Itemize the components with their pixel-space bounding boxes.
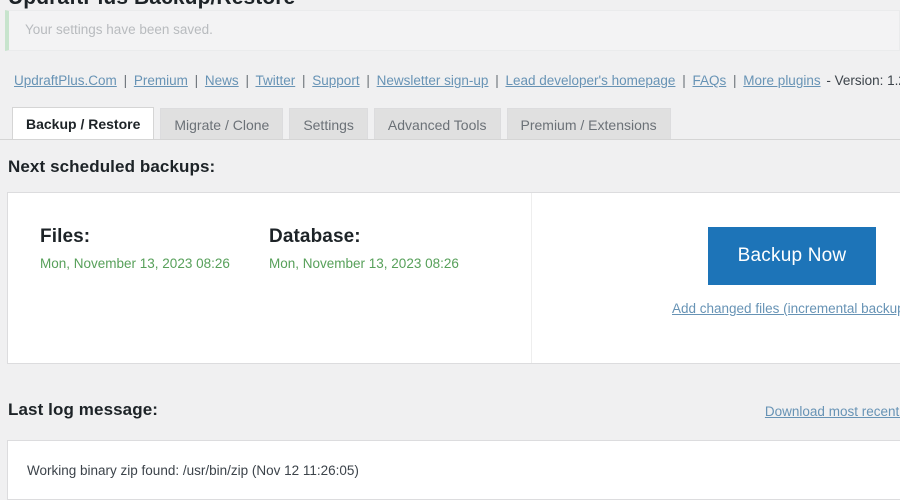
last-log-message-box: Working binary zip found: /usr/bin/zip (…: [7, 440, 900, 500]
tab-migrate-clone[interactable]: Migrate / Clone: [160, 108, 284, 140]
add-changed-files-incremental-link[interactable]: Add changed files (incremental backup): [672, 301, 900, 316]
link-premium[interactable]: Premium: [134, 73, 188, 88]
settings-saved-notice: Your settings have been saved.: [5, 10, 900, 51]
link-faqs[interactable]: FAQs: [692, 73, 726, 88]
link-updraftplus-com[interactable]: UpdraftPlus.Com: [14, 73, 117, 88]
plugin-version-text: - Version: 1.23.12: [826, 73, 900, 88]
link-more-plugins[interactable]: More plugins: [743, 73, 820, 88]
page-title: UpdraftPlus Backup/Restore: [8, 0, 295, 10]
link-separator-4: |: [302, 73, 306, 88]
link-separator-5: |: [366, 73, 370, 88]
link-separator-6: |: [495, 73, 499, 88]
link-news[interactable]: News: [205, 73, 239, 88]
tab-settings[interactable]: Settings: [289, 108, 368, 140]
link-lead-developer-homepage[interactable]: Lead developer's homepage: [505, 73, 675, 88]
schedule-info-column: Files: Mon, November 13, 2023 08:26 Data…: [8, 193, 532, 500]
database-next-backup-date: Mon, November 13, 2023 08:26: [269, 256, 459, 271]
next-scheduled-backups-panel: Files: Mon, November 13, 2023 08:26 Data…: [7, 192, 900, 500]
download-most-recent-log-link[interactable]: Download most recent log file: [765, 404, 900, 419]
tab-advanced-tools[interactable]: Advanced Tools: [373, 108, 501, 140]
link-separator-8: |: [733, 73, 737, 88]
updraftplus-admin-page: UpdraftPlus Backup/Restore Your settings…: [0, 0, 900, 500]
files-schedule-block: Files: Mon, November 13, 2023 08:26: [40, 226, 230, 271]
next-scheduled-backups-heading: Next scheduled backups:: [8, 157, 216, 176]
header-links-row: UpdraftPlus.Com | Premium | News | Twitt…: [14, 72, 900, 91]
files-label: Files:: [40, 226, 91, 247]
database-label: Database:: [269, 226, 361, 247]
backup-now-button[interactable]: Backup Now: [708, 227, 876, 285]
link-separator-7: |: [682, 73, 686, 88]
link-twitter[interactable]: Twitter: [255, 73, 295, 88]
link-separator-2: |: [194, 73, 199, 88]
files-next-backup-date: Mon, November 13, 2023 08:26: [40, 256, 230, 271]
tab-bar-underline: [0, 139, 900, 140]
tab-premium-extensions[interactable]: Premium / Extensions: [506, 108, 671, 140]
last-log-message-text: Working binary zip found: /usr/bin/zip (…: [27, 462, 359, 478]
link-separator-3: |: [245, 73, 249, 88]
last-log-message-heading: Last log message:: [8, 400, 159, 419]
link-newsletter-signup[interactable]: Newsletter sign-up: [377, 73, 489, 88]
notice-message: Your settings have been saved.: [25, 22, 213, 38]
tab-bar: Backup / Restore Migrate / Clone Setting…: [12, 107, 677, 140]
tab-backup-restore[interactable]: Backup / Restore: [12, 107, 155, 140]
database-schedule-block: Database: Mon, November 13, 2023 08:26: [269, 226, 459, 271]
backup-actions-column: Backup Now Add changed files (incrementa…: [532, 193, 900, 363]
link-separator-1: |: [123, 73, 128, 88]
link-support[interactable]: Support: [312, 73, 359, 88]
